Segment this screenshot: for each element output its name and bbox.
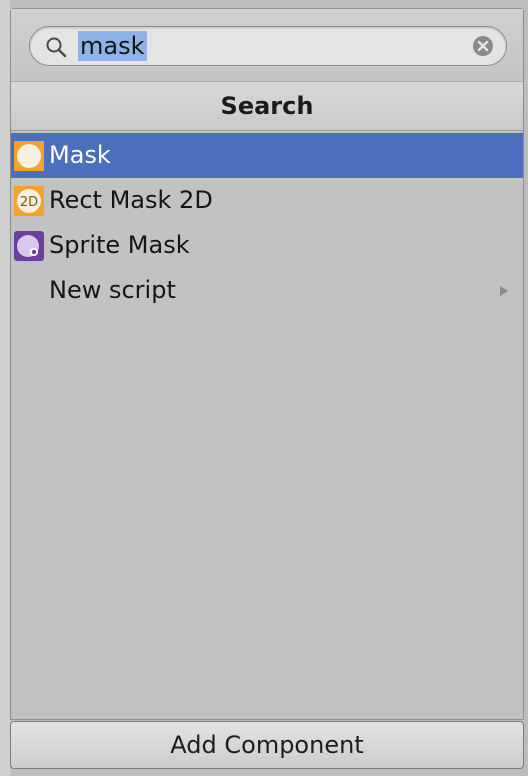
list-item-sprite-mask[interactable]: Sprite Mask <box>11 223 523 268</box>
list-item-mask[interactable]: Mask <box>11 133 523 178</box>
submenu-arrow-icon <box>500 286 508 296</box>
rect-mask-2d-icon-text: 2D <box>20 195 38 210</box>
component-search-popup: mask Search Mask 2D Rect Mask 2D Sprite … <box>10 8 524 720</box>
search-icon <box>46 37 67 58</box>
list-item-label: Sprite Mask <box>49 231 190 259</box>
search-input[interactable]: mask <box>29 26 507 66</box>
results-list: Mask 2D Rect Mask 2D Sprite Mask New scr… <box>11 133 523 313</box>
list-item-new-script[interactable]: New script <box>11 268 523 313</box>
search-bar: mask <box>11 9 523 81</box>
list-item-label: Rect Mask 2D <box>49 186 213 214</box>
background-editor-edge <box>0 0 10 776</box>
add-component-window: mask Search Mask 2D Rect Mask 2D Sprite … <box>0 0 528 776</box>
clear-search-icon[interactable] <box>472 35 494 57</box>
search-header: Search <box>11 81 523 131</box>
rect-mask-2d-icon: 2D <box>14 186 44 216</box>
list-item-label: New script <box>49 276 176 304</box>
mask-icon <box>14 141 44 171</box>
add-component-button[interactable]: Add Component <box>10 721 524 769</box>
list-item-rect-mask-2d[interactable]: 2D Rect Mask 2D <box>11 178 523 223</box>
search-query[interactable]: mask <box>78 31 147 61</box>
list-item-label: Mask <box>49 141 111 169</box>
sprite-mask-icon <box>14 231 44 261</box>
